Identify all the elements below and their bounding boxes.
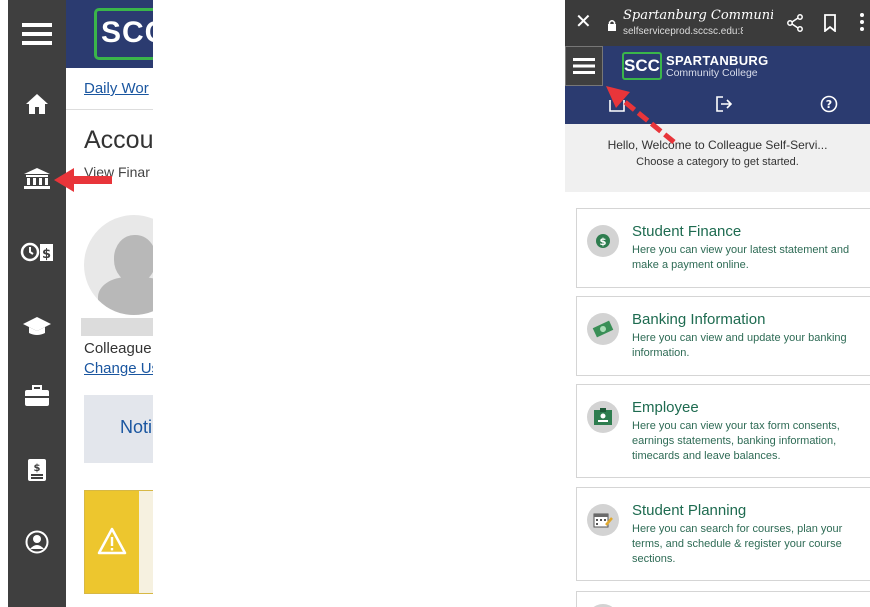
- card-description: Here you can view your tax form consents…: [632, 420, 840, 462]
- bookmark-icon[interactable]: [823, 14, 837, 37]
- red-arrow-pointing-bank-icon: [54, 168, 112, 192]
- mobile-browser-bar: ✕ Spartanburg Communit... selfservicepro…: [565, 0, 870, 46]
- tax-form-icon[interactable]: $: [8, 450, 66, 490]
- dollar-coin-icon: $: [587, 225, 619, 257]
- college-subtitle: Community College: [666, 67, 758, 79]
- card-student-planning[interactable]: Student Planning Here you can search for…: [576, 487, 870, 581]
- timecard-icon[interactable]: $: [8, 232, 66, 272]
- left-top-header: SCC: [66, 0, 153, 68]
- help-icon[interactable]: ?: [820, 95, 838, 118]
- left-panel: $ $ SCC Daily Wor Accou View Finar: [8, 0, 153, 607]
- sign-out-icon[interactable]: [715, 95, 733, 118]
- hamburger-menu-button[interactable]: [565, 46, 603, 86]
- card-description: Here you can search for courses, plan yo…: [632, 523, 843, 565]
- share-icon[interactable]: [787, 14, 803, 37]
- red-arrow-pointing-hamburger: [606, 86, 676, 144]
- notifications-panel[interactable]: Noti: [84, 395, 153, 463]
- card-employee[interactable]: Employee Here you can view your tax form…: [576, 384, 870, 478]
- page-title: Accou: [84, 126, 153, 154]
- warning-notice: [84, 490, 153, 594]
- calendar-planning-icon: [587, 504, 619, 536]
- change-user-link[interactable]: Change Us: [84, 360, 153, 377]
- side-navigation-rail: $ $: [8, 0, 66, 607]
- employee-badge-icon: [587, 401, 619, 433]
- redacted-name-bar: [81, 318, 153, 336]
- lock-icon: [607, 18, 617, 36]
- breadcrumb-bar: Daily Wor: [66, 68, 153, 110]
- college-name: SPARTANBURG: [666, 53, 769, 68]
- card-student-finance[interactable]: $ Student Finance Here you can view your…: [576, 208, 870, 288]
- notifications-label: Noti: [120, 417, 153, 437]
- warning-icon: [97, 527, 127, 560]
- screenshot-stage: $ $ SCC Daily Wor Accou View Finar: [0, 0, 870, 607]
- card-title: Employee: [632, 399, 699, 416]
- browser-tab-title: Spartanburg Communit...: [623, 8, 773, 23]
- scc-logo[interactable]: SCC: [94, 8, 153, 60]
- breadcrumb-link[interactable]: Daily Wor: [84, 80, 149, 97]
- user-circle-icon[interactable]: [8, 522, 66, 562]
- card-partial[interactable]: [576, 591, 870, 607]
- close-icon[interactable]: ✕: [575, 12, 592, 32]
- more-options-icon[interactable]: [859, 12, 865, 37]
- card-description: Here you can view your latest statement …: [632, 244, 850, 271]
- svg-text:$: $: [34, 463, 41, 474]
- menu-icon[interactable]: [8, 14, 66, 54]
- welcome-instruction: Choose a category to get started.: [636, 156, 799, 168]
- user-name: Colleague: [84, 340, 152, 357]
- svg-text:?: ?: [826, 98, 832, 111]
- avatar: [84, 215, 153, 315]
- card-title: Student Planning: [632, 502, 747, 519]
- scc-logo[interactable]: SCC: [622, 52, 662, 80]
- card-title: Student Finance: [632, 223, 742, 240]
- browser-url[interactable]: selfserviceprod.sccsc.edu:8172: [623, 26, 743, 37]
- briefcase-icon[interactable]: [8, 376, 66, 416]
- card-description: Here you can view and update your bankin…: [632, 332, 847, 359]
- graduation-cap-icon[interactable]: [8, 306, 66, 346]
- svg-text:$: $: [600, 237, 607, 248]
- home-icon[interactable]: [8, 84, 66, 124]
- card-title: Banking Information: [632, 311, 766, 328]
- money-icon: [587, 313, 619, 345]
- svg-text:$: $: [42, 247, 51, 262]
- menu-icon: [573, 58, 595, 74]
- card-banking-information[interactable]: Banking Information Here you can view an…: [576, 296, 870, 376]
